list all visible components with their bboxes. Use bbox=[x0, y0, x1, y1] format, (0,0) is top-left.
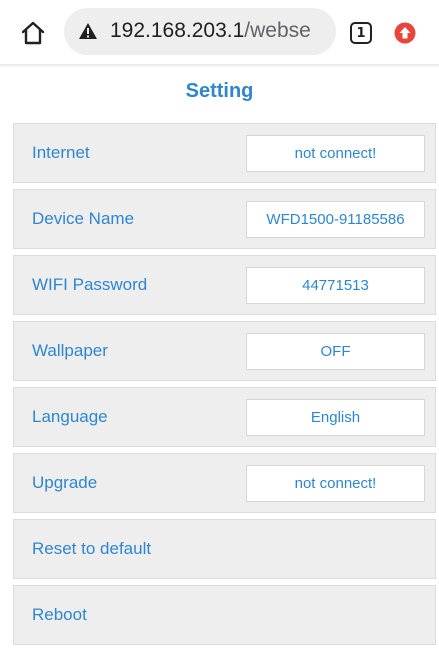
setting-row-language[interactable]: Language English bbox=[13, 387, 436, 447]
settings-list: Internet not connect! Device Name WFD150… bbox=[13, 123, 436, 651]
setting-value-box[interactable]: not connect! bbox=[246, 135, 425, 172]
url-path: /webse bbox=[244, 19, 311, 42]
url-host: 192.168.203.1 bbox=[110, 19, 245, 42]
update-arrow-icon[interactable] bbox=[394, 22, 416, 44]
setting-row-internet[interactable]: Internet not connect! bbox=[13, 123, 436, 183]
setting-row-upgrade[interactable]: Upgrade not connect! bbox=[13, 453, 436, 513]
setting-row-wifi-password[interactable]: WIFI Password 44771513 bbox=[13, 255, 436, 315]
setting-label: Upgrade bbox=[32, 473, 98, 492]
page-title: Setting bbox=[185, 80, 254, 102]
tab-count: 1 bbox=[356, 25, 366, 41]
warning-triangle-icon[interactable] bbox=[78, 22, 98, 40]
setting-label: Internet bbox=[32, 143, 90, 162]
home-icon[interactable] bbox=[20, 20, 46, 46]
setting-value-box[interactable]: English bbox=[246, 399, 425, 436]
browser-toolbar: 192.168.203.1/webse 1 bbox=[0, 0, 439, 64]
tab-switcher-icon[interactable]: 1 bbox=[350, 22, 372, 44]
toolbar-shadow bbox=[0, 64, 439, 68]
setting-label: Wallpaper bbox=[32, 341, 108, 360]
setting-value-box[interactable]: 44771513 bbox=[246, 267, 425, 304]
setting-row-wallpaper[interactable]: Wallpaper OFF bbox=[13, 321, 436, 381]
setting-value-box[interactable]: OFF bbox=[246, 333, 425, 370]
setting-row-reset-to-default[interactable]: Reset to default bbox=[13, 519, 436, 579]
setting-label: Reboot bbox=[32, 605, 87, 624]
setting-label: Device Name bbox=[32, 209, 135, 228]
url-text[interactable]: 192.168.203.1/webse bbox=[110, 19, 311, 43]
setting-label: Language bbox=[32, 407, 108, 426]
setting-value-box[interactable]: not connect! bbox=[246, 465, 425, 502]
address-bar[interactable]: 192.168.203.1/webse bbox=[64, 8, 336, 55]
setting-label: Reset to default bbox=[32, 539, 152, 558]
setting-value-box[interactable]: WFD1500-91185586 bbox=[246, 201, 425, 238]
setting-label: WIFI Password bbox=[32, 275, 148, 294]
setting-row-reboot[interactable]: Reboot bbox=[13, 585, 436, 645]
setting-row-device-name[interactable]: Device Name WFD1500-91185586 bbox=[13, 189, 436, 249]
